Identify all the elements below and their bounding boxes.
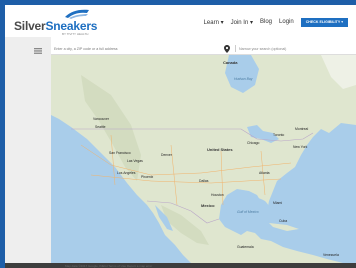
map-label-venezuela: Venezuela <box>323 253 339 257</box>
map-label-toronto: Toronto <box>273 133 285 137</box>
map-label-montreal: Montreal <box>295 127 309 131</box>
map-label-canada: Canada <box>223 60 238 65</box>
map-label-gulf-of-mexico: Gulf of Mexico <box>237 210 259 214</box>
nav-learn[interactable]: Learn ▾ <box>204 19 224 26</box>
main-nav: Learn ▾ Join In ▾ Blog Login CHECK ELIGI… <box>204 16 356 28</box>
map-canvas <box>51 55 356 263</box>
page: SilverSneakers BY TIVITY HEALTH Learn ▾ … <box>5 5 356 268</box>
map-label-cuba: Cuba <box>279 219 288 223</box>
map-view[interactable]: Canada Hudson Bay United States Mexico G… <box>51 55 356 263</box>
check-eligibility-button[interactable]: CHECK ELIGIBILITY ▾ <box>300 17 348 27</box>
map-label-san-francisco: San Francisco <box>109 151 131 155</box>
brand-name-part2: Sneakers <box>45 19 98 33</box>
map-label-seattle: Seattle <box>95 125 106 129</box>
chevron-down-icon: ▾ <box>341 19 343 24</box>
nav-join-in-label: Join In <box>230 19 249 26</box>
map-label-united-states: United States <box>207 147 233 152</box>
map-footer: Map data ©2017 Google, INEGI Terms of Us… <box>5 263 356 268</box>
map-label-atlanta: Atlanta <box>259 171 270 175</box>
map-label-miami: Miami <box>273 201 283 205</box>
nav-learn-label: Learn <box>203 19 219 26</box>
map-label-vancouver: Vancouver <box>93 117 109 121</box>
location-search-input[interactable] <box>52 45 224 52</box>
list-view-icon[interactable] <box>34 48 42 54</box>
results-side-rail <box>5 37 51 268</box>
chevron-down-icon: ▾ <box>249 19 253 26</box>
site-header: SilverSneakers BY TIVITY HEALTH Learn ▾ … <box>5 5 356 37</box>
map-label-chicago: Chicago <box>247 141 260 145</box>
map-label-guatemala: Guatemala <box>237 245 254 249</box>
map-label-phoenix: Phoenix <box>141 175 154 179</box>
map-attribution: Map data ©2017 Google, INEGI Terms of Us… <box>65 263 153 268</box>
brand-name-part1: Silver <box>14 19 46 33</box>
map-label-houston: Houston <box>211 193 224 197</box>
chevron-down-icon: ▾ <box>220 19 224 26</box>
map-label-dallas: Dallas <box>199 179 209 183</box>
map-label-new-york: New York <box>293 145 308 149</box>
map-label-denver: Denver <box>161 153 172 157</box>
brand-wordmark: SilverSneakers <box>14 19 97 33</box>
map-label-hudson-bay: Hudson Bay <box>234 77 253 81</box>
search-bar <box>51 44 356 55</box>
map-label-las-vegas: Las Vegas <box>127 159 143 163</box>
nav-join-in[interactable]: Join In ▾ <box>231 19 253 26</box>
brand-logo[interactable]: SilverSneakers BY TIVITY HEALTH <box>14 8 97 36</box>
map-label-mexico: Mexico <box>201 203 215 208</box>
nav-login[interactable]: Login <box>279 19 294 25</box>
check-eligibility-label: CHECK ELIGIBILITY <box>305 19 341 24</box>
keyword-search-input[interactable] <box>235 45 356 52</box>
map-label-los-angeles: Los Angeles <box>117 171 136 175</box>
location-pin-icon[interactable] <box>224 45 230 53</box>
cuba-land <box>269 223 299 231</box>
brand-tagline: BY TIVITY HEALTH <box>62 32 89 36</box>
nav-blog[interactable]: Blog <box>260 19 272 25</box>
